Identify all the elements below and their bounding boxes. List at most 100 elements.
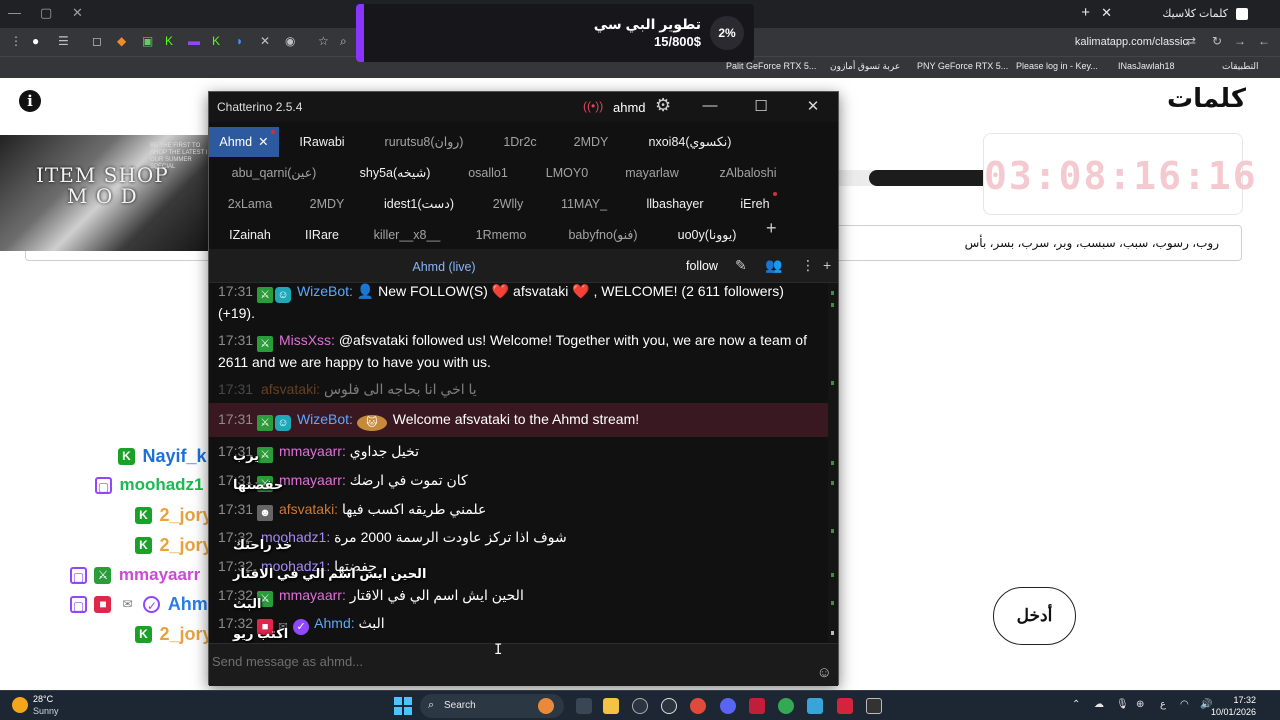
bookmark-star-icon[interactable]: ☆ [318, 34, 329, 48]
restore-icon[interactable]: ▢ [40, 5, 52, 21]
app-icon[interactable] [866, 698, 882, 714]
tab-2xlama[interactable]: 2xLama [219, 189, 281, 219]
chat-username[interactable]: afsvataki: [261, 381, 320, 397]
tab-shy5a[interactable]: shy5a(شيخه) [345, 158, 445, 188]
account-switcher[interactable]: ahmd [613, 100, 646, 115]
tab-zalbaloshi[interactable]: zAlbaloshi [703, 158, 793, 188]
obs-icon[interactable] [661, 698, 677, 714]
chat-username[interactable]: mmayaarr: [279, 472, 346, 488]
tab-iereh[interactable]: iEreh [729, 189, 781, 219]
weather-sun-icon[interactable] [12, 697, 28, 713]
tab-1rmemo[interactable]: 1Rmemo [467, 220, 535, 250]
tab-llbashayer[interactable]: llbashayer [635, 189, 715, 219]
settings-app-icon[interactable] [632, 698, 648, 714]
settings-gear-icon[interactable]: ⚙ [655, 95, 671, 116]
tab-iirare[interactable]: IIRare [293, 220, 351, 250]
taskbar-clock[interactable]: 17:32 10/01/2026 [1211, 694, 1256, 718]
minimize-icon[interactable]: — [699, 97, 721, 114]
chrome-icon[interactable] [690, 698, 706, 714]
minimize-icon[interactable]: — [8, 5, 21, 20]
chat-username[interactable]: mmayaarr: [279, 587, 346, 603]
chatterino-app-icon[interactable] [807, 698, 823, 714]
chat-username[interactable]: mmayaarr: [279, 443, 346, 459]
enter-button[interactable]: أدخل [993, 587, 1076, 645]
extension-icon[interactable]: ▣ [142, 34, 153, 48]
chat-username[interactable]: MissXss: [279, 332, 335, 348]
channel-title[interactable]: Ahmd (live) [209, 260, 679, 274]
chat-username[interactable]: WizeBot: [297, 283, 353, 299]
more-options-icon[interactable]: ⋮ [801, 257, 815, 274]
viewers-icon[interactable]: 👥 [765, 257, 782, 274]
bookmark-item[interactable]: Please log in - Key... [1016, 61, 1098, 71]
chatterino-titlebar[interactable]: Chatterino 2.5.4 ((•)) ahmd ⚙ — ☐ ✕ [209, 92, 838, 122]
bookmark-item[interactable]: PNY GeForce RTX 5... [917, 61, 1008, 71]
kick-icon[interactable]: K [165, 34, 173, 48]
tab-11may[interactable]: 11MAY_ [549, 189, 619, 219]
edit-pencil-icon[interactable]: ✎ [735, 257, 747, 274]
reload-icon[interactable]: ↻ [1212, 34, 1222, 48]
extension-icon[interactable]: ◆ [117, 34, 126, 48]
profile-icon[interactable]: ● [32, 34, 39, 48]
new-tab-button[interactable]: + [1081, 4, 1090, 21]
close-icon[interactable]: ✕ [802, 97, 824, 115]
discord-icon[interactable] [720, 698, 736, 714]
emoji-icon[interactable]: ☺ [817, 664, 832, 681]
extension-icon[interactable]: ◻ [92, 34, 102, 48]
tray-wifi-icon[interactable]: ◠ [1180, 699, 1189, 710]
tab-idest1[interactable]: idest1(دست) [369, 189, 469, 219]
extension-icon[interactable]: ◗ [236, 34, 243, 48]
bookmark-item[interactable]: INasJawlah18 [1118, 61, 1175, 71]
tab-mayarlaw[interactable]: mayarlaw [611, 158, 693, 188]
tab-close-icon[interactable]: ✕ [1101, 5, 1112, 21]
tab-ahmd[interactable]: Ahmd ✕ [209, 127, 279, 157]
file-explorer-icon[interactable] [603, 698, 619, 714]
forward-icon[interactable]: → [1234, 34, 1246, 48]
translate-icon[interactable]: ⇄ [1186, 34, 1196, 48]
add-split-icon[interactable]: + [823, 257, 831, 273]
kick-icon[interactable]: K [212, 34, 220, 48]
info-icon[interactable]: i [19, 90, 41, 112]
task-view-icon[interactable] [576, 698, 592, 714]
extension-icon[interactable]: ▬ [188, 34, 200, 48]
tab-1dr2c[interactable]: 1Dr2c [489, 127, 551, 157]
maximize-icon[interactable]: ☐ [750, 97, 772, 115]
tab-title[interactable]: كلمات كلاسيك [1162, 7, 1228, 20]
close-tab-icon[interactable]: ✕ [258, 135, 268, 149]
message-input[interactable]: Send message as ahmd... ☺ [209, 643, 838, 686]
address-bar[interactable]: kalimatapp.com/classic [1075, 36, 1188, 48]
tray-mic-icon[interactable]: 🎙 [1116, 699, 1129, 710]
add-tab-icon[interactable]: + [766, 218, 777, 239]
search-icon[interactable]: ⌕ [340, 34, 347, 49]
tray-language-icon[interactable]: ع [1160, 699, 1166, 710]
taskbar-search[interactable]: ⌕ Search [420, 694, 564, 718]
mute-icon[interactable]: ✕ [260, 34, 270, 48]
back-icon[interactable]: ← [1258, 34, 1270, 48]
tab-2mdy-2[interactable]: 2MDY [297, 189, 357, 219]
weather-temp[interactable]: 28°C [33, 694, 53, 704]
bookmark-item[interactable]: التطبيقات [1222, 61, 1259, 72]
tray-network-icon[interactable]: ⊕ [1136, 699, 1144, 710]
bookmark-item[interactable]: Palit GeForce RTX 5... [726, 61, 816, 71]
bookmark-item[interactable]: عربة تسوق أمازون [830, 61, 900, 72]
tab-rurutsu8[interactable]: rurutsu8(روان) [369, 127, 479, 157]
menu-dots-icon[interactable]: ⋮ [10, 34, 22, 48]
extension-icon[interactable]: ◉ [285, 34, 295, 48]
tab-2wlly[interactable]: 2Wlly [479, 189, 537, 219]
tab-osallo1[interactable]: osallo1 [457, 158, 519, 188]
tab-2mdy[interactable]: 2MDY [561, 127, 621, 157]
start-button[interactable] [394, 697, 412, 715]
follow-button[interactable]: follow [686, 259, 718, 273]
tab-lmoy0[interactable]: LMOY0 [533, 158, 601, 188]
tray-expand-icon[interactable]: ⌃ [1072, 699, 1080, 710]
tab-izainah[interactable]: IZainah [219, 220, 281, 250]
tab-abu-qarni[interactable]: abu_qarni(عين) [219, 158, 329, 188]
chrome-profile-icon[interactable] [778, 698, 794, 714]
chat-scrollbar[interactable] [828, 283, 838, 642]
chat-username[interactable]: WizeBot: [297, 411, 353, 427]
close-window-icon[interactable]: ✕ [72, 5, 83, 21]
chat-username[interactable]: Ahmd: [314, 615, 354, 631]
tab-uo0y[interactable]: uo0y(يوونا) [667, 220, 747, 250]
app-icon[interactable] [749, 698, 765, 714]
tab-killer-x8[interactable]: killer__x8__ [367, 220, 447, 250]
app-icon[interactable] [837, 698, 853, 714]
